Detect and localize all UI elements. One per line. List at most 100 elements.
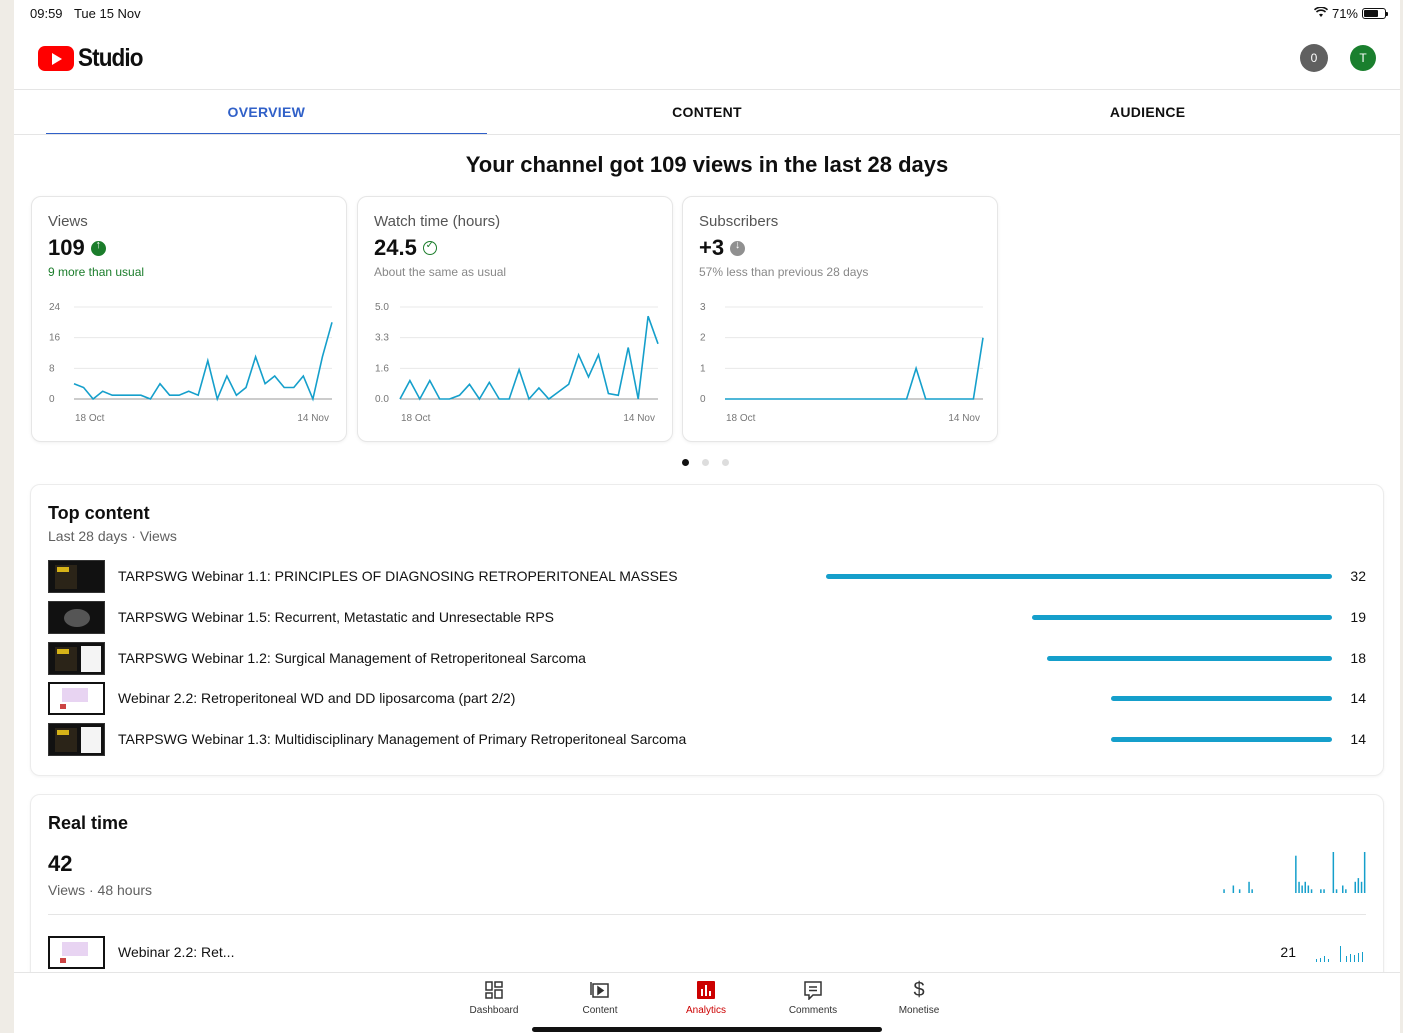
- carousel-indicator[interactable]: [682, 459, 729, 466]
- video-title: TARPSWG Webinar 1.2: Surgical Management…: [118, 649, 586, 666]
- metric-note: 57% less than previous 28 days: [699, 265, 869, 279]
- dashboard-icon: [454, 979, 534, 1001]
- tab-content[interactable]: CONTENT: [487, 90, 928, 135]
- metric-note: About the same as usual: [374, 265, 507, 279]
- metric-note: 9 more than usual: [48, 265, 145, 279]
- carousel-dot[interactable]: [702, 459, 709, 466]
- views-bar: [826, 574, 1332, 579]
- y-tick-label: 1.6: [375, 363, 389, 374]
- nav-analytics[interactable]: Analytics: [666, 979, 746, 1016]
- page-headline: Your channel got 109 views in the last 2…: [465, 152, 949, 177]
- y-tick-label: 1: [700, 363, 706, 374]
- status-time: 09:59: [30, 6, 63, 21]
- account-avatar[interactable]: T: [1350, 45, 1376, 71]
- divider: [48, 914, 1366, 915]
- video-views: 21: [1280, 944, 1296, 960]
- video-thumbnail: [48, 723, 105, 757]
- video-views: 19: [1350, 608, 1366, 625]
- top-content-title: Top content: [48, 503, 150, 523]
- y-tick-label: 8: [49, 363, 55, 374]
- battery-icon: [1362, 8, 1388, 19]
- trend-down-icon: [730, 239, 746, 256]
- check-circle-icon: [422, 240, 437, 255]
- app-screen: 09:59 Tue 15 Nov 71% Studio 0 T OVERVIEW…: [14, 0, 1400, 1033]
- metric-value: 24.5: [374, 235, 417, 260]
- video-views: 14: [1350, 690, 1366, 707]
- metric-value: +3: [699, 235, 725, 260]
- status-date: Tue 15 Nov: [73, 6, 141, 21]
- nav-monetise[interactable]: $ Monetise: [879, 979, 959, 1017]
- metric-card-watch-time[interactable]: Watch time (hours) 24.5 About the same a…: [357, 196, 673, 442]
- tab-audience[interactable]: AUDIENCE: [927, 90, 1368, 135]
- metric-title: Views: [48, 213, 88, 230]
- top-content-row[interactable]: TARPSWG Webinar 1.3: Multidisciplinary M…: [48, 723, 1366, 757]
- y-tick-label: 0: [700, 394, 706, 405]
- top-content-row[interactable]: TARPSWG Webinar 1.5: Recurrent, Metastat…: [48, 600, 1366, 635]
- analytics-icon: [666, 979, 746, 1001]
- realtime-bar: [1357, 878, 1360, 893]
- realtime-bar: [1335, 889, 1338, 893]
- metric-value: 109: [48, 235, 85, 260]
- views-bar: [1110, 737, 1332, 743]
- realtime-title: Real time: [48, 813, 129, 833]
- views-line-chart: 24 16 8 0 18 Oct 14 Nov: [49, 302, 333, 424]
- video-thumbnail: [48, 936, 105, 969]
- realtime-video-row[interactable]: Webinar 2.2: Ret... 21: [48, 936, 1366, 970]
- trend-up-icon: [90, 239, 106, 256]
- top-content-row[interactable]: TARPSWG Webinar 1.2: Surgical Management…: [48, 641, 1366, 676]
- notifications-button[interactable]: 0: [1300, 44, 1328, 72]
- video-title: TARPSWG Webinar 1.3: Multidisciplinary M…: [118, 731, 687, 748]
- carousel-dot[interactable]: [722, 459, 729, 466]
- mini-bar-chart: [1316, 946, 1363, 962]
- content-icon: [560, 979, 640, 1001]
- metric-title: Subscribers: [699, 213, 779, 230]
- y-tick-label: 2: [700, 333, 706, 344]
- realtime-bar: [1301, 885, 1303, 893]
- nav-label: Analytics: [685, 1005, 726, 1016]
- realtime-subtitle: Views · 48 hours: [48, 882, 153, 898]
- y-tick-label: 5.0: [375, 302, 389, 313]
- studio-logo[interactable]: Studio: [38, 44, 150, 73]
- bottom-navigation: Dashboard Content Analytics Comments $ M…: [14, 972, 1400, 1033]
- nav-label: Content: [582, 1005, 618, 1016]
- video-thumbnail: [48, 682, 105, 716]
- realtime-bar: [1332, 852, 1335, 893]
- realtime-bar: [1307, 885, 1310, 893]
- top-content-card: Top content Last 28 days · Views TARPSWG…: [30, 484, 1384, 776]
- realtime-bar: [1248, 881, 1250, 893]
- realtime-bar: [1363, 852, 1366, 893]
- y-tick-label: 24: [49, 302, 61, 313]
- realtime-bar: [1298, 881, 1300, 893]
- x-tick-label: 14 Nov: [623, 413, 655, 424]
- realtime-bar: [1304, 881, 1306, 893]
- wifi-icon: [1313, 6, 1329, 21]
- video-views: 18: [1350, 649, 1366, 666]
- y-tick-label: 3: [700, 302, 706, 313]
- home-indicator[interactable]: [532, 1027, 882, 1032]
- subscribers-line-chart: 3 2 1 0 18 Oct 14 Nov: [700, 302, 984, 424]
- realtime-bar: [1345, 889, 1347, 893]
- nav-dashboard[interactable]: Dashboard: [454, 979, 534, 1016]
- logo-text: Studio: [78, 44, 143, 72]
- comments-icon: [773, 979, 853, 1001]
- video-thumbnail: [48, 641, 105, 675]
- tab-overview[interactable]: OVERVIEW: [46, 90, 487, 135]
- y-tick-label: 0: [49, 394, 55, 405]
- realtime-bar: [1323, 889, 1325, 893]
- metric-card-subscribers[interactable]: Subscribers +3 57% less than previous 28…: [682, 196, 998, 442]
- analytics-tabs: OVERVIEW CONTENT AUDIENCE: [46, 90, 1368, 135]
- metric-title: Watch time (hours): [374, 213, 501, 230]
- y-tick-label: 3.3: [375, 333, 389, 344]
- video-title: TARPSWG Webinar 1.5: Recurrent, Metastat…: [118, 608, 554, 625]
- top-content-row[interactable]: TARPSWG Webinar 1.1: PRINCIPLES OF DIAGN…: [48, 560, 1366, 594]
- realtime-bar: [1320, 889, 1322, 893]
- metric-card-views[interactable]: Views 109 9 more than usual 24 16 8 0 18 Oct…: [31, 196, 347, 442]
- top-content-row[interactable]: Webinar 2.2: Retroperitoneal WD and DD l…: [48, 682, 1366, 716]
- nav-label: Comments: [788, 1005, 838, 1016]
- carousel-dot[interactable]: [682, 459, 689, 466]
- series-line: [399, 315, 659, 401]
- nav-label: Dashboard: [469, 1005, 519, 1016]
- battery-percent: 71%: [1331, 6, 1358, 21]
- nav-content[interactable]: Content: [560, 979, 640, 1016]
- nav-comments[interactable]: Comments: [773, 979, 853, 1016]
